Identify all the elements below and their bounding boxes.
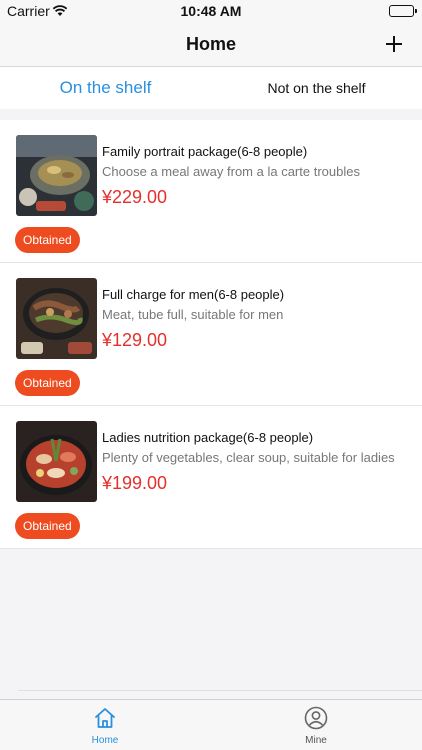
package-description: Meat, tube full, suitable for men xyxy=(102,307,284,322)
list-item[interactable]: Full charge for men(6-8 people) Meat, tu… xyxy=(0,263,422,406)
package-price: ¥199.00 xyxy=(102,473,168,493)
divider xyxy=(18,690,422,691)
battery-icon xyxy=(389,5,417,17)
status-badge[interactable]: Obtained xyxy=(15,370,80,396)
page-title: Home xyxy=(185,34,236,54)
dish-photo xyxy=(16,421,97,502)
package-list: Family portrait package(6-8 people) Choo… xyxy=(0,120,422,549)
user-icon xyxy=(304,706,328,730)
package-price: ¥229.00 xyxy=(102,187,168,207)
status-badge[interactable]: Obtained xyxy=(15,227,80,253)
tab-not-on-the-shelf[interactable]: Not on the shelf xyxy=(211,80,422,96)
shelf-tabs: On the shelf Not on the shelf xyxy=(0,67,422,109)
dish-photo xyxy=(16,135,97,216)
tab-bar: Home Mine xyxy=(0,699,422,750)
tab-home[interactable]: Home xyxy=(75,706,135,746)
package-title: Full charge for men(6-8 people) xyxy=(102,287,285,302)
list-item[interactable]: Family portrait package(6-8 people) Choo… xyxy=(0,120,422,263)
list-item[interactable]: Ladies nutrition package(6-8 people) Ple… xyxy=(0,406,422,549)
plus-icon[interactable] xyxy=(380,30,408,58)
clock: 10:48 AM xyxy=(180,3,242,19)
package-title: Family portrait package(6-8 people) xyxy=(102,144,308,159)
tab-on-the-shelf[interactable]: On the shelf xyxy=(0,78,211,98)
tab-mine-label: Mine xyxy=(305,735,327,746)
package-price: ¥129.00 xyxy=(102,330,168,350)
status-bar: Carrier 10:48 AM xyxy=(0,0,422,22)
status-badge[interactable]: Obtained xyxy=(15,513,80,539)
package-description: Choose a meal away from a la carte troub… xyxy=(102,164,360,179)
tab-home-label: Home xyxy=(91,735,119,746)
home-icon xyxy=(95,708,115,728)
navigation-bar: Home xyxy=(0,22,422,67)
dish-photo xyxy=(16,278,97,359)
tab-mine[interactable]: Mine xyxy=(286,706,346,746)
package-description: Plenty of vegetables, clear soup, suitab… xyxy=(102,450,395,465)
package-title: Ladies nutrition package(6-8 people) xyxy=(102,430,314,445)
